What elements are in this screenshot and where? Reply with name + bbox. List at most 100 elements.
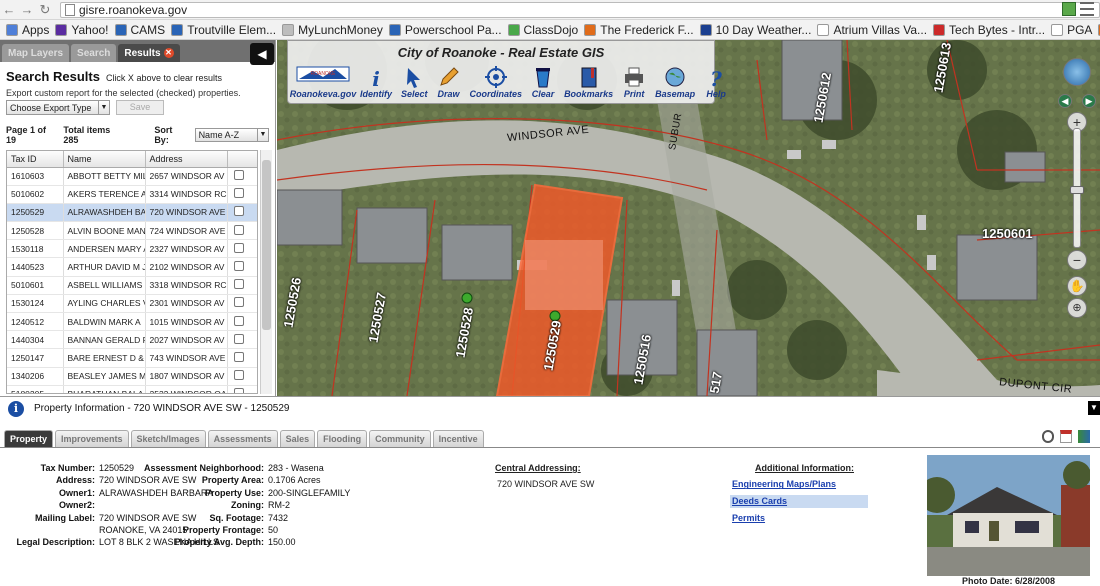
table-row[interactable]: 1240512 BALDWIN MARK A 1015 WINDSOR AV	[7, 312, 257, 332]
tab-property[interactable]: Property	[4, 430, 54, 447]
results-scrollbar[interactable]	[260, 150, 272, 394]
row-checkbox[interactable]	[233, 188, 244, 199]
draw-button[interactable]: Draw	[437, 65, 461, 99]
bookmark-item[interactable]: Tech Bytes - Intr...	[933, 23, 1045, 37]
link-permits[interactable]: Permits	[730, 512, 868, 525]
tab-assessments[interactable]: Assessments	[207, 430, 278, 447]
table-row[interactable]: 1340206 BEASLEY JAMES M 1807 WINDSOR AV	[7, 367, 257, 386]
forward-icon[interactable]: →	[18, 2, 36, 17]
bookmark-item[interactable]: ClassDojo	[507, 23, 578, 37]
column-header-tax-id[interactable]: Tax ID	[7, 151, 64, 168]
zoom-in-magnifier-icon[interactable]: ⊕	[1067, 298, 1087, 318]
tab-results[interactable]: Results ✕	[118, 44, 180, 62]
collapse-panel-button[interactable]: ◀	[250, 43, 274, 65]
pdf-icon[interactable]	[1060, 430, 1072, 443]
tab-sketch-images[interactable]: Sketch/Images	[130, 430, 206, 447]
row-checkbox[interactable]	[233, 315, 244, 326]
bookmark-item[interactable]: Atrium Villas Va...	[817, 23, 927, 37]
save-button[interactable]: Save	[116, 100, 164, 115]
link-deeds-cards[interactable]: Deeds Cards	[730, 495, 868, 509]
tab-flooding[interactable]: Flooding	[317, 430, 368, 447]
help-button[interactable]: ? Help	[704, 65, 728, 99]
reload-icon[interactable]: ↻	[36, 2, 54, 18]
hand-pan-icon[interactable]: ✋	[1067, 276, 1087, 296]
table-row[interactable]: 1610603 ABBOTT BETTY MIL 2657 WINDSOR AV	[7, 167, 257, 186]
clear-button[interactable]: Clear	[531, 65, 555, 99]
central-addressing-value: 720 WINDSOR AVE SW	[497, 479, 595, 490]
column-header-address[interactable]: Address	[145, 151, 228, 168]
row-checkbox[interactable]	[233, 242, 244, 253]
column-header-name[interactable]: Name	[63, 151, 146, 168]
detail-row: Assessment Neighborhood: 283 - Wasena	[124, 462, 350, 474]
table-row[interactable]: 1250528 ALVIN BOONE MAN 724 WINDSOR AVE	[7, 221, 257, 241]
bookmark-item[interactable]: Yahoo!	[55, 23, 109, 37]
bookmark-item[interactable]: PGA	[1051, 23, 1092, 37]
table-row[interactable]: 5010601 ASBELL WILLIAMS I 3318 WINDSOR RC	[7, 276, 257, 295]
tab-map-layers[interactable]: Map Layers	[2, 44, 70, 62]
tab-incentive[interactable]: Incentive	[432, 430, 484, 447]
map-link-icon[interactable]	[1078, 430, 1090, 443]
zoom-out-button[interactable]: −	[1067, 250, 1087, 270]
row-checkbox[interactable]	[233, 388, 244, 393]
basemap-button[interactable]: Basemap	[655, 65, 695, 99]
coordinates-button[interactable]: Coordinates	[470, 65, 522, 99]
row-checkbox[interactable]	[233, 224, 244, 235]
back-icon[interactable]: ←	[0, 2, 18, 17]
detail-label: Assessment Neighborhood:	[143, 463, 264, 473]
row-checkbox[interactable]	[233, 297, 244, 308]
bookmark-favicon-icon	[933, 23, 946, 36]
table-row[interactable]: 1250147 BARE ERNEST D & 743 WINDSOR AVE	[7, 348, 257, 368]
tab-improvements[interactable]: Improvements	[55, 430, 129, 447]
roanokeva-gov-button[interactable]: ROANOKE Roanokeva.gov	[289, 65, 357, 99]
minimize-icon[interactable]: ▼	[1088, 401, 1100, 415]
extension-icon[interactable]	[1062, 2, 1076, 16]
link-engineering-maps[interactable]: Engineering Maps/Plans	[730, 478, 868, 491]
zoom-slider-knob[interactable]	[1070, 186, 1084, 194]
export-type-select[interactable]: Choose Export Type ▼	[6, 100, 110, 115]
question-icon: ?	[710, 67, 722, 89]
print-button[interactable]: Print	[622, 65, 646, 99]
row-checkbox[interactable]	[233, 370, 244, 381]
pan-left-icon[interactable]: ◀	[1058, 94, 1072, 108]
table-row[interactable]: 5180205BHARATHAN BALA &2532 WINDSOR OA	[7, 385, 257, 393]
row-checkbox[interactable]	[233, 279, 244, 290]
cell-select	[227, 203, 257, 223]
bookmark-item[interactable]: Apps	[6, 23, 49, 37]
bookmark-item[interactable]: Troutville Elem...	[171, 23, 276, 37]
select-button[interactable]: Select	[401, 65, 428, 99]
row-checkbox[interactable]	[233, 206, 244, 217]
row-checkbox[interactable]	[233, 261, 244, 272]
row-checkbox[interactable]	[233, 170, 244, 181]
pan-compass-icon[interactable]	[1063, 58, 1091, 86]
tab-sales[interactable]: Sales	[279, 430, 316, 447]
row-checkbox[interactable]	[233, 333, 244, 344]
table-row[interactable]: 1530118 ANDERSEN MARY A 2327 WINDSOR AV	[7, 239, 257, 259]
cell-address: 2301 WINDSOR AV	[145, 294, 228, 314]
bookmark-item[interactable]: Powerschool Pa...	[388, 23, 502, 37]
tool-label: Roanokeva.gov	[289, 89, 357, 99]
tab-community[interactable]: Community	[369, 430, 431, 447]
table-row[interactable]: 1440523 ARTHUR DAVID M J 2102 WINDSOR AV	[7, 257, 257, 277]
table-row[interactable]: 1250529 ALRAWASHDEH BA 720 WINDSOR AVE	[7, 203, 257, 223]
zoom-to-icon[interactable]	[1042, 430, 1054, 443]
scrollbar-thumb[interactable]	[262, 160, 271, 330]
pan-right-icon[interactable]: ▶	[1082, 94, 1096, 108]
sort-select[interactable]: Name A-Z ▼	[194, 128, 269, 142]
row-checkbox[interactable]	[233, 351, 244, 362]
cell-name: ASBELL WILLIAMS I	[63, 276, 146, 295]
identify-button[interactable]: i Identify	[360, 65, 392, 99]
table-row[interactable]: 5010602 AKERS TERENCE A 3314 WINDSOR RC	[7, 185, 257, 204]
table-row[interactable]: 1530124 AYLING CHARLES V 2301 WINDSOR AV	[7, 294, 257, 314]
map-view[interactable]: WINDSOR AVE SUBUR DUPONT CIR 1250612 125…	[277, 40, 1100, 396]
parcel-label: 1250601	[982, 226, 1033, 241]
menu-icon[interactable]	[1080, 2, 1094, 16]
bookmarks-button[interactable]: Bookmarks	[564, 65, 613, 99]
bookmark-item[interactable]: CAMS	[114, 23, 165, 37]
table-row[interactable]: 1440304 BANNAN GERALD F 2027 WINDSOR AV	[7, 330, 257, 350]
bookmark-item[interactable]: The Frederick F...	[584, 23, 694, 37]
tab-search[interactable]: Search	[71, 44, 117, 62]
url-field[interactable]: gisre.roanokeva.gov	[60, 1, 1100, 18]
bookmark-item[interactable]: MyLunchMoney	[282, 23, 383, 37]
bookmark-item[interactable]: 10 Day Weather...	[699, 23, 811, 37]
close-icon[interactable]: ✕	[163, 48, 174, 58]
